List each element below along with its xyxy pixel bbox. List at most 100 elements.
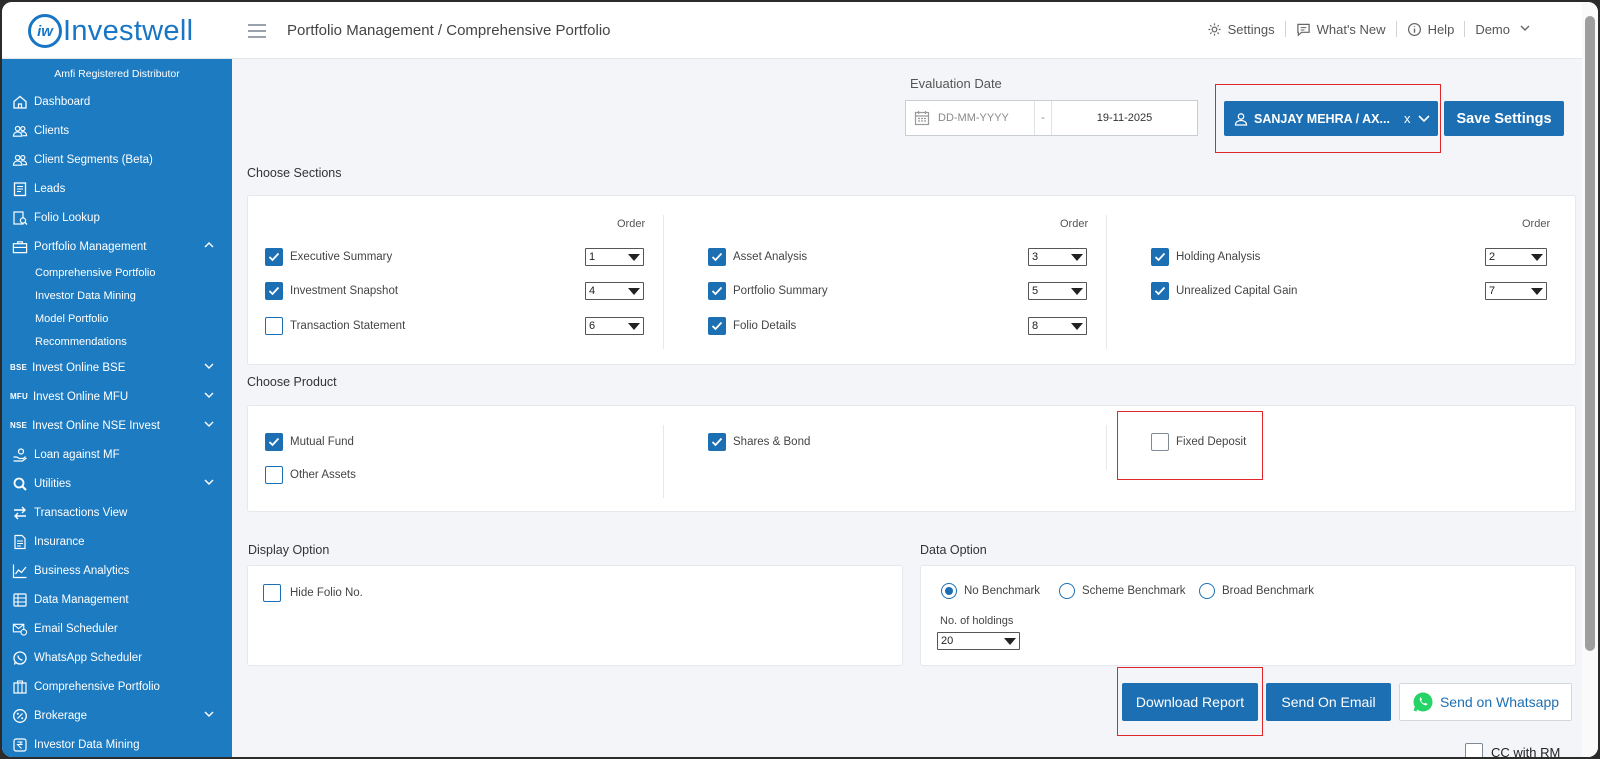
checkbox[interactable] — [1151, 248, 1169, 266]
checkbox[interactable] — [708, 433, 726, 451]
top-header: iw Investwell Portfolio Management / Com… — [2, 2, 1582, 59]
sidebar-item-email-scheduler[interactable]: Email Scheduler — [2, 614, 232, 643]
sidebar-item-business-analytics[interactable]: Business Analytics — [2, 556, 232, 585]
order-label: Order — [1060, 218, 1089, 230]
benchmark-label: Broad Benchmark — [1222, 585, 1315, 597]
chevron-down-icon[interactable] — [1417, 114, 1431, 124]
sidebar-item-data-management[interactable]: Data Management — [2, 585, 232, 614]
product-other-assets[interactable]: Other Assets — [265, 466, 356, 484]
client-select-dropdown[interactable]: SANJAY MEHRA / AX... x — [1224, 101, 1438, 136]
sidebar-item-portfolio-management[interactable]: Portfolio Management — [2, 232, 232, 261]
radio-button[interactable] — [1059, 583, 1075, 599]
product-label: Shares & Bond — [733, 436, 811, 448]
radio-broad-benchmark[interactable]: Broad Benchmark — [1199, 583, 1314, 599]
download-report-button[interactable]: Download Report — [1122, 683, 1258, 721]
sidebar-item-whatsapp-scheduler[interactable]: WhatsApp Scheduler — [2, 643, 232, 672]
checkbox[interactable] — [1151, 282, 1169, 300]
holdings-select[interactable]: 20 — [937, 632, 1020, 650]
holdings-label: No. of holdings — [940, 615, 1014, 627]
section-investment-snapshot[interactable]: Investment Snapshot — [265, 282, 398, 300]
clear-selection-icon[interactable]: x — [1404, 111, 1411, 126]
order-select-folio-details[interactable]: 8 — [1028, 317, 1087, 335]
section-label: Investment Snapshot — [290, 285, 399, 297]
checkbox[interactable] — [265, 282, 283, 300]
sidebar-item-transactions-view[interactable]: Transactions View — [2, 498, 232, 527]
send-email-button[interactable]: Send On Email — [1266, 683, 1391, 721]
investwell-logo[interactable]: iw Investwell — [28, 14, 193, 48]
scrollbar-thumb[interactable] — [1585, 16, 1595, 651]
help-label: Help — [1427, 21, 1455, 37]
chevron-down-icon — [204, 711, 214, 717]
checkbox[interactable] — [265, 248, 283, 266]
sidebar-item-invest-online-mfu[interactable]: MFU Invest Online MFU — [2, 382, 232, 411]
section-folio-details[interactable]: Folio Details — [708, 317, 796, 335]
sidebar-item-loan-against-mf[interactable]: Loan against MF — [2, 440, 232, 469]
order-select-unrealized-capital-gain[interactable]: 7 — [1485, 282, 1547, 300]
user-menu[interactable]: Demo — [1465, 22, 1544, 37]
calendar-icon[interactable] — [914, 110, 930, 126]
sidebar-item-invest-online-nse[interactable]: NSE Invest Online NSE Invest — [2, 411, 232, 440]
sidebar-item-invest-online-bse[interactable]: BSE Invest Online BSE — [2, 353, 232, 382]
section-holding-analysis[interactable]: Holding Analysis — [1151, 248, 1260, 266]
order-select-investment-snapshot[interactable]: 4 — [585, 282, 644, 300]
radio-button[interactable] — [941, 583, 957, 599]
sidebar-item-comprehensive-portfolio[interactable]: Comprehensive Portfolio — [2, 672, 232, 701]
radio-no-benchmark[interactable]: No Benchmark — [941, 583, 1040, 599]
sidebar-sub-comprehensive-portfolio[interactable]: Comprehensive Portfolio — [2, 261, 232, 284]
product-mutual-fund[interactable]: Mutual Fund — [265, 433, 354, 451]
order-select-transaction-statement[interactable]: 6 — [585, 317, 644, 335]
logo-mark: iw — [28, 14, 62, 48]
sidebar-item-clients[interactable]: Clients — [2, 116, 232, 145]
section-portfolio-summary[interactable]: Portfolio Summary — [708, 282, 828, 300]
hide-folio-option[interactable]: Hide Folio No. — [263, 584, 363, 602]
radio-scheme-benchmark[interactable]: Scheme Benchmark — [1059, 583, 1186, 599]
sidebar-sub-recommendations[interactable]: Recommendations — [2, 330, 232, 353]
checkbox[interactable] — [708, 317, 726, 335]
sidebar-item-investor-data-mining[interactable]: Investor Data Mining — [2, 730, 232, 757]
sidebar-item-leads[interactable]: Leads — [2, 174, 232, 203]
distributor-label: Amfi Registered Distributor — [54, 68, 180, 80]
save-settings-button[interactable]: Save Settings — [1444, 101, 1564, 136]
product-fixed-deposit[interactable]: Fixed Deposit — [1151, 433, 1246, 451]
checkbox[interactable] — [708, 248, 726, 266]
whats-new-label: What's New — [1316, 21, 1386, 37]
checkbox[interactable] — [1465, 743, 1483, 757]
chat-icon — [1296, 23, 1310, 36]
sidebar-item-dashboard[interactable]: Dashboard — [2, 87, 232, 116]
section-unrealized-capital-gain[interactable]: Unrealized Capital Gain — [1151, 282, 1297, 300]
sidebar-item-brokerage[interactable]: Brokerage — [2, 701, 232, 730]
sidebar-label: Invest Online NSE Invest — [32, 419, 160, 432]
order-select-asset-analysis[interactable]: 3 — [1028, 248, 1087, 266]
order-select-holding-analysis[interactable]: 2 — [1485, 248, 1547, 266]
sidebar-item-insurance[interactable]: Insurance — [2, 527, 232, 556]
sidebar-item-folio-lookup[interactable]: Folio Lookup — [2, 203, 232, 232]
send-whatsapp-button[interactable]: Send on Whatsapp — [1399, 683, 1572, 721]
sidebar-sub-model-portfolio[interactable]: Model Portfolio — [2, 307, 232, 330]
sidebar-item-utilities[interactable]: Utilities — [2, 469, 232, 498]
from-date-input[interactable]: DD-MM-YYYY — [938, 112, 1034, 124]
cc-with-rm-option[interactable]: CC with RM — [1465, 743, 1560, 757]
sidebar-sub-investor-data-mining[interactable]: Investor Data Mining — [2, 284, 232, 307]
checkbox[interactable] — [1151, 433, 1169, 451]
sidebar-item-client-segments[interactable]: Client Segments (Beta) — [2, 145, 232, 174]
section-asset-analysis[interactable]: Asset Analysis — [708, 248, 807, 266]
checkbox[interactable] — [265, 433, 283, 451]
breadcrumb: Portfolio Management / Comprehensive Por… — [287, 22, 611, 39]
checkbox[interactable] — [265, 317, 283, 335]
to-date-input[interactable]: 19-11-2025 — [1052, 112, 1197, 124]
checkbox[interactable] — [265, 466, 283, 484]
help-link[interactable]: Help — [1397, 22, 1465, 37]
evaluation-date-label: Evaluation Date — [910, 76, 1002, 91]
settings-link[interactable]: Settings — [1197, 22, 1285, 37]
checkbox[interactable] — [263, 584, 281, 602]
radio-button[interactable] — [1199, 583, 1215, 599]
hamburger-menu-icon[interactable] — [248, 24, 266, 38]
order-select-portfolio-summary[interactable]: 5 — [1028, 282, 1087, 300]
checkbox[interactable] — [708, 282, 726, 300]
choose-sections-title: Choose Sections — [247, 166, 342, 180]
section-transaction-statement[interactable]: Transaction Statement — [265, 317, 405, 335]
whats-new-link[interactable]: What's New — [1286, 22, 1396, 37]
section-executive-summary[interactable]: Executive Summary — [265, 248, 392, 266]
product-shares-bond[interactable]: Shares & Bond — [708, 433, 810, 451]
order-select-executive-summary[interactable]: 1 — [585, 248, 644, 266]
